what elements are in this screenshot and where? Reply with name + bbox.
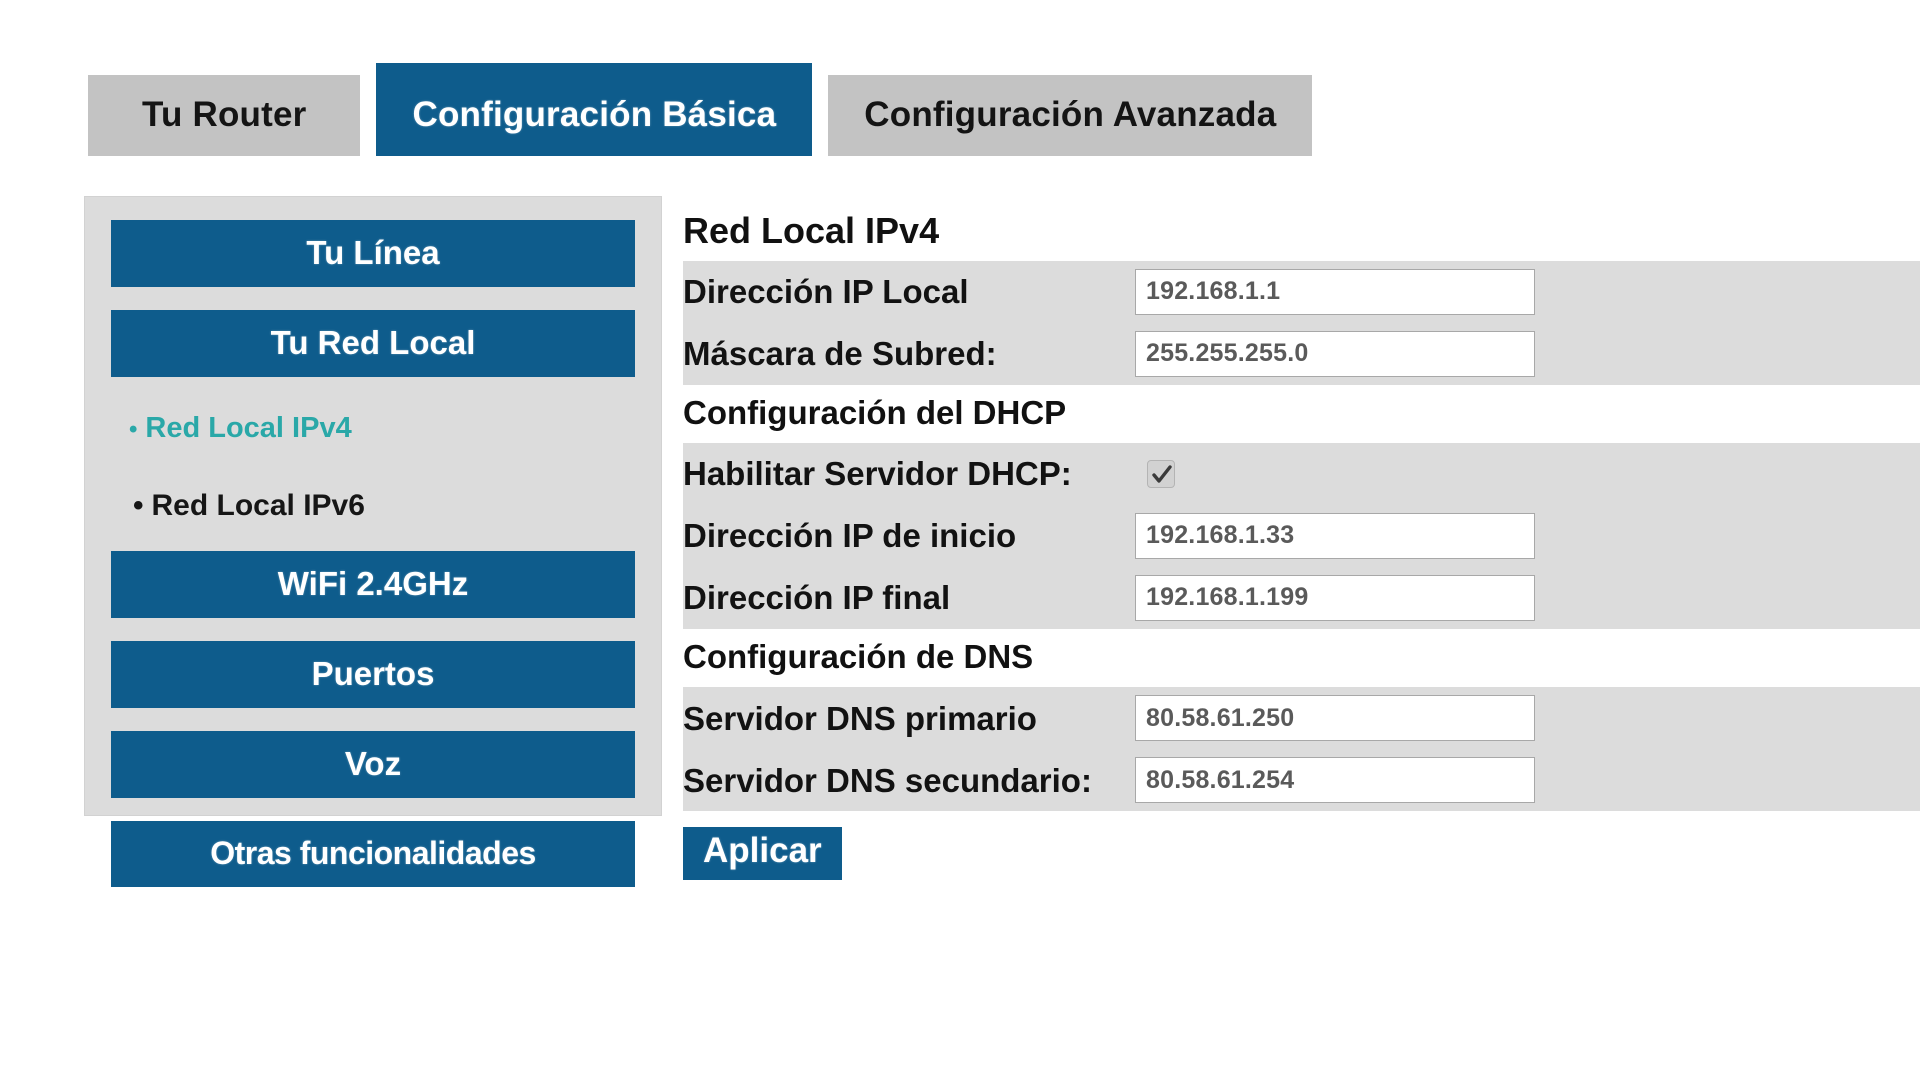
local-ip-address-input[interactable]: 192.168.1.1 (1135, 268, 1535, 315)
bullet-icon: • (133, 489, 144, 522)
dhcp-start-ip-input[interactable]: 192.168.1.33 (1135, 512, 1535, 559)
field-label: Servidor DNS secundario: (683, 761, 1092, 799)
bullet-icon: • (129, 416, 138, 443)
subnet-mask-input[interactable]: 255.255.255.0 (1135, 330, 1535, 377)
form-row-habilitar-servidor-dhcp: Habilitar Servidor DHCP: (683, 442, 1920, 505)
sidebar-item-tu-red-local[interactable]: Tu Red Local (111, 310, 635, 377)
field-value: 80.58.61.254 (1146, 765, 1295, 794)
field-label: Servidor DNS primario (683, 699, 1037, 737)
dhcp-enable-cell (1135, 459, 1535, 488)
sidebar-item-label: Puertos (311, 655, 435, 692)
form-row-direccion-ip-local: Dirección IP Local 192.168.1.1 (683, 260, 1920, 323)
tab-configuracion-basica[interactable]: Configuración Básica (376, 63, 813, 156)
dhcp-end-ip-input[interactable]: 192.168.1.199 (1135, 574, 1535, 621)
tab-configuracion-avanzada[interactable]: Configuración Avanzada (828, 75, 1313, 156)
field-value: 80.58.61.250 (1146, 703, 1295, 732)
sidebar-item-tu-linea[interactable]: Tu Línea (111, 220, 635, 287)
field-label: Máscara de Subred: (683, 335, 997, 373)
page-title: Red Local IPv4 (683, 205, 1920, 261)
field-label: Dirección IP de inicio (683, 517, 1017, 555)
field-label: Dirección IP Local (683, 273, 969, 311)
sidebar-item-label: Tu Línea (306, 234, 440, 271)
sidebar-item-label: Tu Red Local (270, 324, 476, 361)
field-value: 192.168.1.33 (1146, 521, 1295, 550)
sidebar-item-wifi-24ghz[interactable]: WiFi 2.4GHz (111, 551, 635, 618)
sidebar-item-otras-funcionalidades[interactable]: Otras funcionalidades (111, 821, 635, 887)
field-value: 255.255.255.0 (1146, 339, 1309, 368)
apply-button[interactable]: Aplicar (683, 827, 842, 880)
sidebar-item-voz[interactable]: Voz (111, 731, 635, 798)
sidebar-item-label: Red Local IPv4 (145, 412, 352, 444)
tab-label: Configuración Avanzada (864, 95, 1277, 134)
dns-settings-group: Servidor DNS primario 80.58.61.250 Servi… (683, 687, 1920, 812)
form-row-direccion-ip-de-inicio: Dirección IP de inicio 192.168.1.33 (683, 504, 1920, 567)
dhcp-enable-checkbox[interactable] (1147, 459, 1175, 488)
form-row-direccion-ip-final: Dirección IP final 192.168.1.199 (683, 566, 1920, 629)
primary-dns-input[interactable]: 80.58.61.250 (1135, 695, 1535, 742)
ipv4-settings-group: Dirección IP Local 192.168.1.1 Máscara d… (683, 260, 1920, 385)
main-tab-bar: Tu Router Configuración Básica Configura… (88, 63, 1313, 156)
sidebar-item-red-local-ipv4[interactable]: • Red Local IPv4 (111, 400, 635, 457)
check-icon (1152, 465, 1172, 483)
tab-label: Tu Router (142, 95, 307, 134)
field-label: Habilitar Servidor DHCP: (683, 455, 1072, 493)
sidebar-item-label: Red Local IPv6 (151, 489, 365, 522)
sidebar-nav-panel: Tu Línea Tu Red Local • Red Local IPv4 • R… (84, 196, 662, 887)
sidebar-item-puertos[interactable]: Puertos (111, 641, 635, 708)
form-row-servidor-dns-primario: Servidor DNS primario 80.58.61.250 (683, 687, 1920, 750)
form-row-mascara-de-subred: Máscara de Subred: 255.255.255.0 (683, 322, 1920, 385)
form-row-servidor-dns-secundario: Servidor DNS secundario: 80.58.61.254 (683, 749, 1920, 812)
secondary-dns-input[interactable]: 80.58.61.254 (1135, 757, 1535, 804)
dhcp-settings-group: Habilitar Servidor DHCP: Dirección IP de… (683, 442, 1920, 629)
main-content-panel: Red Local IPv4 Dirección IP Local 192.16… (683, 205, 1920, 1084)
sidebar-item-label: WiFi 2.4GHz (277, 565, 469, 602)
field-label: Dirección IP final (683, 579, 951, 617)
tab-label: Configuración Básica (412, 95, 777, 134)
sidebar-item-label: Otras funcionalidades (210, 835, 536, 871)
tab-tu-router[interactable]: Tu Router (88, 75, 361, 156)
section-heading-dns: Configuración de DNS (683, 628, 1920, 688)
sidebar-item-label: Voz (344, 745, 402, 782)
field-value: 192.168.1.1 (1146, 277, 1281, 306)
field-value: 192.168.1.199 (1146, 583, 1309, 612)
sidebar-item-red-local-ipv6[interactable]: • Red Local IPv6 (111, 477, 635, 535)
section-heading-dhcp: Configuración del DHCP (683, 384, 1920, 443)
